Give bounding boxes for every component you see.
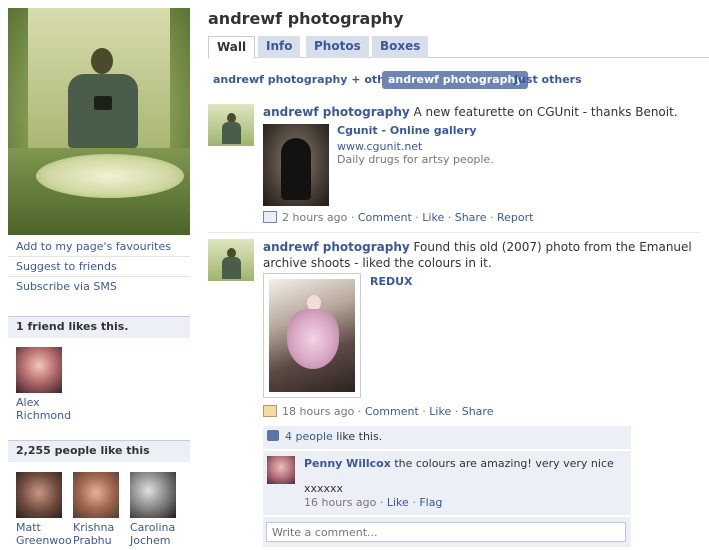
attachment-title[interactable]: REDUX: [370, 275, 413, 288]
separator: ·: [415, 211, 419, 224]
comment-like-link[interactable]: Like: [387, 496, 409, 509]
profile-picture[interactable]: [8, 8, 190, 235]
separator: ·: [454, 405, 459, 418]
subscribe-sms-link[interactable]: Subscribe via SMS: [8, 277, 190, 297]
post-time[interactable]: 18 hours ago: [282, 405, 354, 418]
fan-name[interactable]: Carolina Jochem: [130, 521, 186, 547]
thumbs-up-icon: [267, 430, 279, 441]
comment-time: 16 hours ago: [304, 496, 377, 509]
likes-count-link[interactable]: 4 people: [285, 430, 333, 443]
friends-like-heading: 1 friend likes this.: [8, 316, 190, 338]
fan-avatar[interactable]: [73, 472, 119, 518]
attachment-title[interactable]: Cgunit - Online gallery: [337, 124, 477, 137]
likes-row: 4 people like this.: [263, 426, 631, 450]
page-title: andrewf photography: [208, 9, 404, 28]
post-story: andrewf photography Found this old (2007…: [263, 239, 703, 271]
people-like-heading: 2,255 people like this: [8, 440, 190, 462]
attachment-thumbnail[interactable]: [263, 124, 329, 206]
post-time[interactable]: 2 hours ago: [282, 211, 347, 224]
tab-photos[interactable]: Photos: [306, 36, 369, 58]
tab-boxes[interactable]: Boxes: [372, 36, 429, 58]
share-link[interactable]: Share: [455, 211, 487, 224]
post-meta: 2 hours ago · Comment · Like · Share · R…: [263, 211, 533, 225]
filter-page-only[interactable]: andrewf photography: [382, 71, 529, 89]
comment-flag-link[interactable]: Flag: [419, 496, 442, 509]
commenter-avatar[interactable]: [267, 456, 295, 484]
comment-body: Penny Willcox the colours are amazing! v…: [304, 456, 624, 471]
friend-item[interactable]: Alex Richmond: [16, 347, 72, 422]
separator: ·: [412, 496, 416, 509]
like-link[interactable]: Like: [429, 405, 451, 418]
post-author-avatar[interactable]: [208, 104, 254, 146]
attachment-url[interactable]: www.cgunit.net: [337, 140, 422, 153]
like-link[interactable]: Like: [422, 211, 444, 224]
report-link[interactable]: Report: [497, 211, 533, 224]
fan-avatar[interactable]: [16, 472, 62, 518]
comment-link[interactable]: Comment: [358, 211, 412, 224]
left-sidebar: Add to my page's favourites Suggest to f…: [0, 0, 190, 550]
post-divider: [208, 232, 700, 233]
suggest-to-friends-link[interactable]: Suggest to friends: [8, 257, 190, 277]
separator: ·: [447, 211, 452, 224]
share-link[interactable]: Share: [462, 405, 494, 418]
write-comment-input[interactable]: [266, 522, 626, 542]
post-meta: 18 hours ago · Comment · Like · Share: [263, 405, 493, 419]
photo-attachment[interactable]: [263, 273, 361, 398]
comment-link[interactable]: Comment: [365, 405, 419, 418]
separator: ·: [422, 405, 426, 418]
fan-item[interactable]: Matt Greenwoo: [16, 472, 72, 547]
filter-page-and-others[interactable]: andrewf photography + others: [213, 71, 404, 89]
filter-just-others[interactable]: Just others: [514, 71, 582, 89]
fan-avatar[interactable]: [130, 472, 176, 518]
post-text: Found this old (2007) photo from the Ema…: [413, 240, 692, 254]
profile-tabs: Wall Info Photos Boxes: [208, 36, 709, 59]
tab-info[interactable]: Info: [258, 36, 301, 58]
photo-icon: [263, 405, 277, 417]
post-author-link[interactable]: andrewf photography: [263, 105, 410, 119]
fan-item[interactable]: Krishna Prabhu: [73, 472, 129, 547]
post-author-avatar[interactable]: [208, 239, 254, 281]
comment-text: the colours are amazing! very very nice: [394, 457, 614, 470]
add-to-favourites-link[interactable]: Add to my page's favourites: [8, 237, 190, 257]
attachment-description: Daily drugs for artsy people.: [337, 153, 494, 166]
fan-name[interactable]: Matt Greenwoo: [16, 521, 72, 547]
friend-name[interactable]: Alex Richmond: [16, 396, 72, 422]
comment-text-2: xxxxxx: [304, 482, 344, 495]
share-link-icon: [263, 211, 277, 223]
post-text: archive shoots - liked the colours in it…: [263, 256, 492, 270]
separator: ·: [350, 211, 355, 224]
likes-suffix: like this.: [336, 430, 383, 443]
friend-avatar[interactable]: [16, 347, 62, 393]
separator: ·: [489, 211, 494, 224]
fan-name[interactable]: Krishna Prabhu: [73, 521, 129, 547]
commenter-name[interactable]: Penny Willcox: [304, 457, 391, 470]
post-author-link[interactable]: andrewf photography: [263, 240, 410, 254]
tab-wall[interactable]: Wall: [208, 36, 256, 59]
post-text: A new featurette on CGUnit - thanks Beno…: [413, 105, 678, 119]
fan-item[interactable]: Carolina Jochem: [130, 472, 186, 547]
separator: ·: [357, 405, 362, 418]
post-story: andrewf photography A new featurette on …: [263, 104, 703, 120]
separator: ·: [379, 496, 384, 509]
comment-meta: 16 hours ago · Like · Flag: [304, 496, 442, 510]
